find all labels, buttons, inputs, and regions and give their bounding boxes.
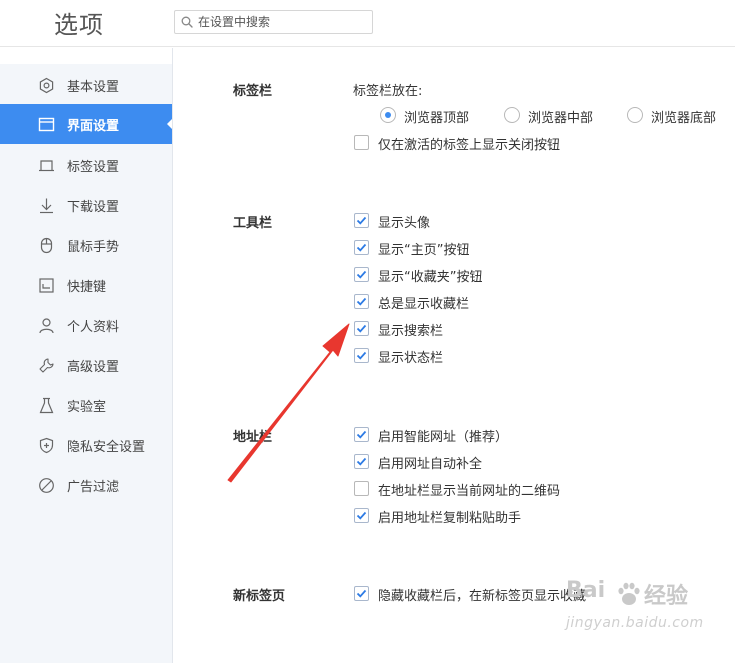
sidebar-item-label: 界面设置 — [67, 119, 120, 134]
sidebar-item-basic[interactable]: 基本设置 — [0, 65, 173, 105]
checkbox[interactable] — [354, 508, 369, 523]
checkbox-label: 显示“收藏夹”按钮 — [378, 270, 483, 285]
page-title: 选项 — [54, 11, 104, 39]
checkmark-icon — [356, 351, 367, 360]
search-input[interactable] — [198, 13, 368, 31]
radio-label: 浏览器底部 — [651, 111, 717, 126]
section-title-tabbar: 标签栏 — [233, 84, 273, 99]
checkmark-icon — [356, 324, 367, 333]
checkbox[interactable] — [354, 321, 369, 336]
radio-label: 浏览器顶部 — [404, 111, 470, 126]
section-title-toolbar: 工具栏 — [233, 216, 273, 231]
sidebar-item-lab[interactable]: 实验室 — [0, 385, 173, 425]
checkbox-label: 显示搜索栏 — [378, 324, 444, 339]
section-title-newtab: 新标签页 — [233, 589, 286, 604]
radio-button[interactable] — [504, 107, 520, 123]
checkbox[interactable] — [354, 267, 369, 282]
sidebar-item-interface[interactable]: 界面设置 — [0, 104, 173, 144]
sidebar-item-adblock[interactable]: 广告过滤 — [0, 465, 173, 505]
checkbox[interactable] — [354, 586, 369, 601]
checkbox-label: 在地址栏显示当前网址的二维码 — [378, 484, 561, 499]
checkmark-icon — [356, 457, 367, 466]
checkbox[interactable] — [354, 213, 369, 228]
radio-button[interactable] — [380, 107, 396, 123]
search-box[interactable] — [174, 10, 373, 34]
sidebar-item-label: 个人资料 — [67, 320, 120, 335]
shield-icon — [39, 437, 54, 454]
sidebar-item-advanced[interactable]: 高级设置 — [0, 345, 173, 385]
checkbox[interactable] — [354, 294, 369, 309]
checkbox[interactable] — [354, 454, 369, 469]
person-icon — [39, 318, 54, 334]
sidebar-item-label: 下载设置 — [67, 200, 120, 215]
checkmark-icon — [356, 589, 367, 598]
watermark: Bai 经验 jingyan.baidu.com — [566, 578, 706, 648]
checkmark-icon — [356, 511, 367, 520]
section-title-addressbar: 地址栏 — [233, 430, 273, 445]
sidebar-item-tabs[interactable]: 标签设置 — [0, 145, 173, 185]
checkbox[interactable] — [354, 240, 369, 255]
wrench-icon — [39, 358, 54, 373]
checkbox-label: 总是显示收藏栏 — [378, 297, 470, 312]
download-icon — [40, 198, 53, 214]
sidebar-item-label: 隐私安全设置 — [67, 440, 146, 455]
checkbox[interactable] — [354, 135, 369, 150]
keyboard-shortcut-icon — [39, 278, 54, 293]
sidebar-item-label: 快捷键 — [67, 280, 107, 295]
checkmark-icon — [356, 216, 367, 225]
header: 选项 — [0, 0, 735, 47]
window-icon — [38, 117, 55, 132]
checkbox-label: 隐藏收藏栏后，在新标签页显示收藏 — [378, 589, 587, 604]
checkmark-icon — [356, 243, 367, 252]
sidebar-item-profile[interactable]: 个人资料 — [0, 305, 173, 345]
flask-icon — [39, 397, 54, 414]
checkbox-label: 启用网址自动补全 — [378, 457, 483, 472]
tabbar-position-label: 标签栏放在: — [353, 84, 423, 99]
mouse-icon — [40, 237, 53, 254]
sidebar-item-label: 鼠标手势 — [67, 240, 120, 255]
watermark-brand-left: Bai — [566, 578, 606, 603]
checkmark-icon — [356, 297, 367, 306]
watermark-url: jingyan.baidu.com — [566, 615, 704, 631]
checkbox-label: 显示状态栏 — [378, 351, 444, 366]
checkbox-label: 启用地址栏复制粘贴助手 — [378, 511, 522, 526]
checkbox[interactable] — [354, 481, 369, 496]
checkbox-label: 仅在激活的标签上显示关闭按钮 — [378, 138, 561, 153]
checkmark-icon — [356, 270, 367, 279]
sidebar-item-privacy[interactable]: 隐私安全设置 — [0, 425, 173, 465]
sidebar-item-label: 实验室 — [67, 400, 107, 415]
sidebar-item-label: 广告过滤 — [67, 480, 120, 495]
gear-icon — [39, 77, 54, 94]
sidebar-item-shortcuts[interactable]: 快捷键 — [0, 265, 173, 305]
checkbox-label: 启用智能网址（推荐） — [378, 430, 509, 445]
checkbox[interactable] — [354, 348, 369, 363]
watermark-brand-right: 经验 — [644, 584, 689, 609]
sidebar-divider — [172, 48, 173, 663]
block-icon — [39, 478, 54, 493]
checkbox[interactable] — [354, 427, 369, 442]
checkmark-icon — [356, 430, 367, 439]
search-icon — [181, 16, 193, 28]
sidebar-item-label: 基本设置 — [67, 80, 120, 95]
checkbox-label: 显示头像 — [378, 216, 431, 231]
radio-button[interactable] — [627, 107, 643, 123]
checkbox-label: 显示“主页”按钮 — [378, 243, 470, 258]
radio-label: 浏览器中部 — [528, 111, 594, 126]
sidebar-item-download[interactable]: 下载设置 — [0, 185, 173, 225]
sidebar-item-mouse-gesture[interactable]: 鼠标手势 — [0, 225, 173, 265]
tab-icon — [39, 160, 54, 172]
sidebar-item-label: 标签设置 — [67, 160, 120, 175]
sidebar: 基本设置 界面设置 标签设置 下载设置 鼠标手势 快捷键 个人资料 高级设置 实… — [0, 64, 173, 663]
paw-icon — [618, 582, 640, 605]
sidebar-item-label: 高级设置 — [67, 360, 120, 375]
